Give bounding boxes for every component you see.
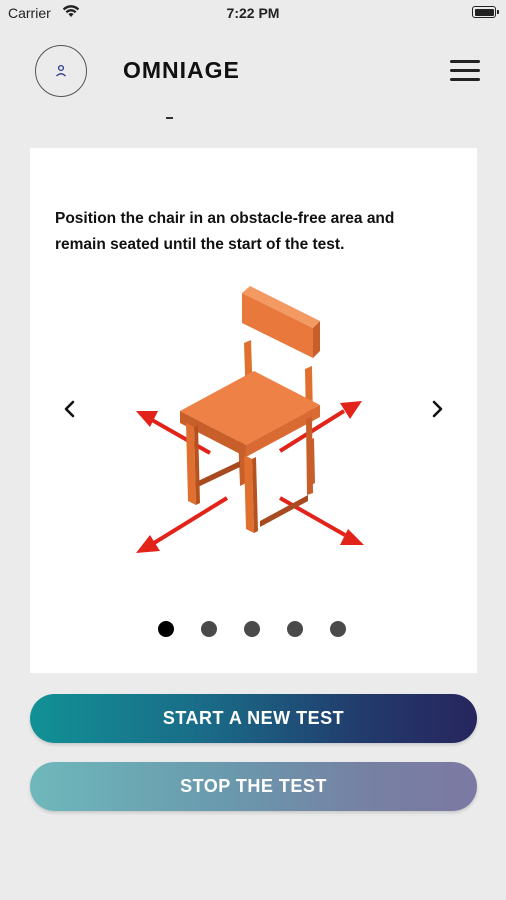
- chevron-left-icon[interactable]: [62, 399, 76, 419]
- instruction-line-2: remain seated until the start of the tes…: [55, 236, 345, 253]
- start-new-test-button[interactable]: START A NEW TEST: [30, 694, 477, 743]
- carousel-dot-4[interactable]: [287, 621, 303, 637]
- app-title: OMNIAGE: [123, 57, 240, 83]
- stop-test-button[interactable]: STOP THE TEST: [30, 762, 477, 811]
- person-icon: [56, 64, 66, 77]
- chevron-right-icon[interactable]: [431, 399, 445, 419]
- instruction-line-1: Position the chair in an obstacle-free a…: [55, 210, 395, 227]
- status-bar: Carrier 7:22 PM: [0, 0, 506, 28]
- hamburger-menu-icon[interactable]: [450, 60, 480, 82]
- carousel-dot-2[interactable]: [201, 621, 217, 637]
- profile-button[interactable]: [35, 45, 87, 97]
- clock: 7:22 PM: [226, 5, 280, 21]
- carousel-dot-5[interactable]: [330, 621, 346, 637]
- carousel-dot-1[interactable]: [158, 621, 174, 637]
- instruction-card: Position the chair in an obstacle-free a…: [30, 148, 477, 673]
- chair-illustration: [136, 286, 364, 553]
- carousel-dot-3[interactable]: [244, 621, 260, 637]
- scroll-hint-mark: [166, 117, 173, 119]
- instruction-text: Position the chair in an obstacle-free a…: [55, 206, 455, 258]
- battery-icon: [472, 6, 499, 18]
